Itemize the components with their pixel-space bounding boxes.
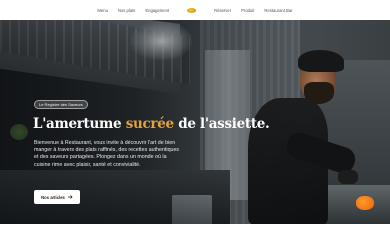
hero-description: Bienvenue à Restaurant, vous invite à dé… (34, 140, 180, 168)
cta-label: Nos articles (41, 194, 65, 200)
arrow-right-icon (67, 195, 73, 199)
page-bottom-area (0, 224, 390, 240)
nav-item-engagement[interactable]: Engagement (145, 8, 169, 13)
nav-item-menu[interactable]: Menu (97, 8, 107, 13)
nav-item-restaurant-bar[interactable]: Restaurant Bar (264, 8, 292, 13)
nos-articles-button[interactable]: Nos articles (34, 190, 80, 204)
nav-menu: Menu Nos plats Engagement Réserver Produ… (97, 7, 293, 13)
headline-accent-word: sucrée (125, 116, 174, 132)
hero-headline: L'amertume sucrée de l'assiette. (33, 116, 270, 132)
hero-section: Le Registre des Saveurs L'amertume sucré… (0, 20, 390, 224)
nav-item-produit[interactable]: Produit (241, 8, 254, 13)
nav-item-reserver[interactable]: Réserver (214, 8, 231, 13)
nav-item-nos-plats[interactable]: Nos plats (118, 8, 135, 13)
hero-badge: Le Registre des Saveurs (34, 100, 88, 109)
top-navigation: Menu Nos plats Engagement Réserver Produ… (0, 0, 390, 20)
brand-logo-icon[interactable] (187, 7, 197, 13)
